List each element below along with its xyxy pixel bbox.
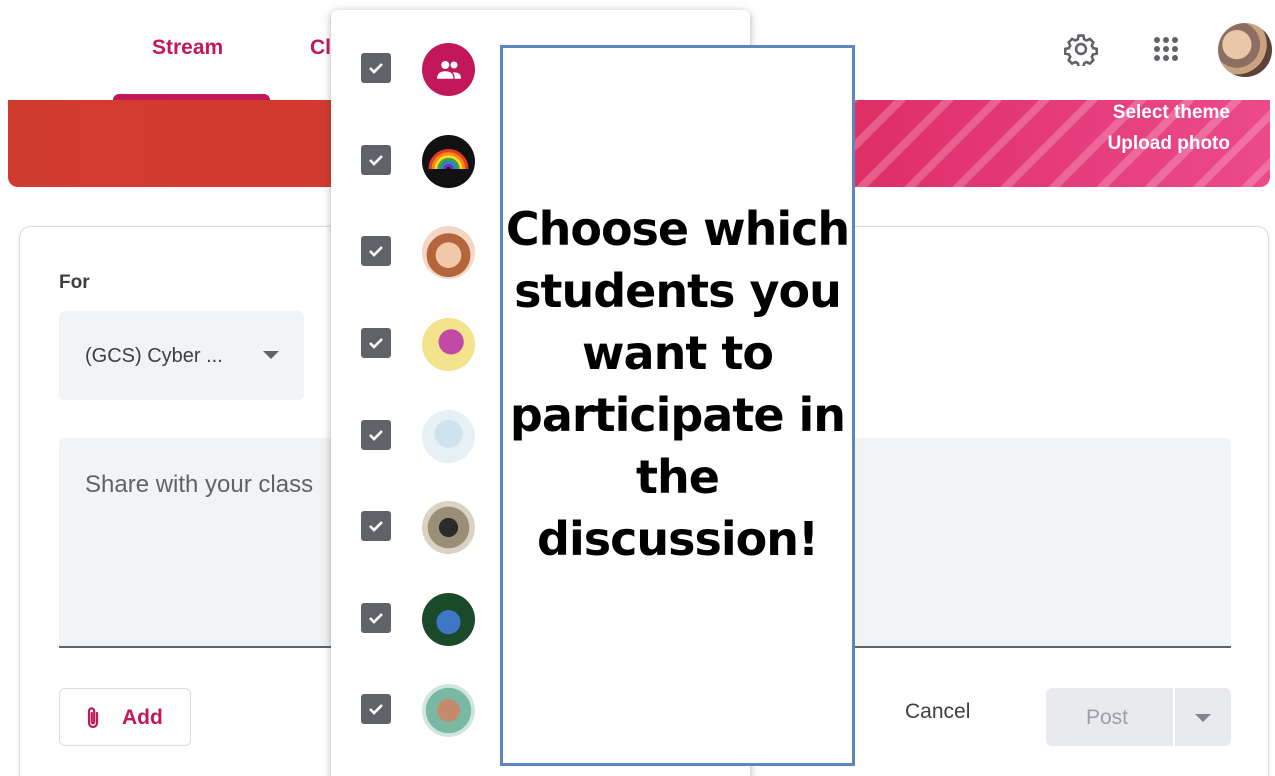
paperclip-icon — [84, 706, 102, 735]
add-attachment-button[interactable]: Add — [59, 688, 191, 746]
student-avatar — [422, 318, 475, 371]
instruction-callout: Choose which students you want to partic… — [500, 45, 855, 766]
student-row[interactable] — [331, 583, 501, 655]
checkbox-checked-icon[interactable] — [361, 53, 391, 83]
checkbox-checked-icon[interactable] — [361, 511, 391, 541]
student-avatar — [422, 135, 475, 188]
student-avatar — [422, 501, 475, 554]
student-row[interactable] — [331, 308, 501, 380]
checkbox-checked-icon[interactable] — [361, 328, 391, 358]
student-avatar — [422, 593, 475, 646]
class-select[interactable]: (GCS) Cyber ... — [59, 311, 304, 400]
upload-photo-link[interactable]: Upload photo — [1108, 133, 1230, 155]
student-avatar — [422, 410, 475, 463]
student-row[interactable] — [331, 33, 501, 105]
checkbox-checked-icon[interactable] — [361, 420, 391, 450]
student-row[interactable] — [331, 400, 501, 472]
for-label: For — [59, 272, 90, 293]
callout-text: Choose which students you want to partic… — [505, 202, 850, 566]
checkbox-checked-icon[interactable] — [361, 236, 391, 266]
add-label: Add — [122, 706, 163, 729]
chevron-down-icon — [1195, 714, 1211, 722]
account-avatar[interactable] — [1218, 23, 1272, 77]
post-options-button[interactable] — [1175, 688, 1231, 746]
student-row[interactable] — [331, 674, 501, 746]
all-students-icon — [422, 43, 475, 96]
post-button[interactable]: Post — [1046, 688, 1173, 746]
tab-classwork[interactable]: Cl — [310, 36, 332, 60]
select-theme-link[interactable]: Select theme — [1113, 102, 1230, 124]
checkbox-checked-icon[interactable] — [361, 145, 391, 175]
student-row[interactable] — [331, 216, 501, 288]
gear-icon[interactable] — [1062, 30, 1100, 68]
chevron-down-icon — [263, 351, 279, 359]
student-avatar — [422, 684, 475, 737]
tab-stream[interactable]: Stream — [152, 36, 223, 60]
share-placeholder: Share with your class — [85, 471, 314, 498]
checkbox-checked-icon[interactable] — [361, 603, 391, 633]
student-row[interactable] — [331, 125, 501, 197]
cancel-button[interactable]: Cancel — [905, 700, 970, 724]
student-row[interactable] — [331, 491, 501, 563]
class-select-value: (GCS) Cyber ... — [85, 345, 223, 367]
post-label: Post — [1086, 706, 1129, 729]
student-avatar — [422, 226, 475, 279]
apps-grid-icon[interactable] — [1147, 30, 1185, 68]
checkbox-checked-icon[interactable] — [361, 694, 391, 724]
